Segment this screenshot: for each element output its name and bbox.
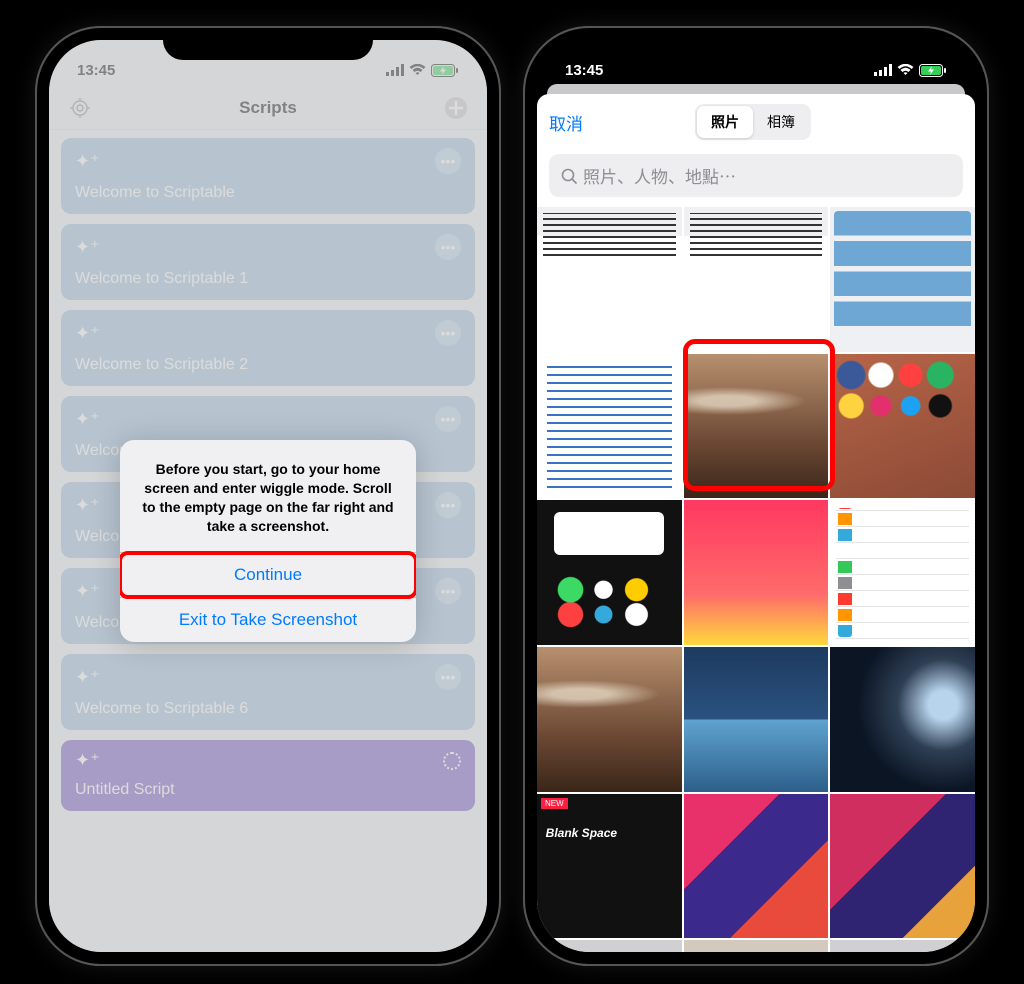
photo-thumbnail[interactable] (684, 940, 829, 952)
script-name: Welcome to Scriptable (75, 184, 461, 202)
exit-screenshot-button[interactable]: Exit to Take Screenshot (120, 597, 416, 642)
wand-icon: ✦⁺ (75, 667, 100, 688)
nav-header: Scripts (49, 86, 487, 130)
photo-thumbnail[interactable] (684, 647, 829, 792)
photo-grid[interactable] (537, 207, 975, 952)
photo-thumbnail[interactable] (830, 940, 975, 952)
status-indicators (386, 64, 459, 77)
alert-message: Before you start, go to your home screen… (120, 440, 416, 552)
add-button[interactable] (441, 93, 471, 123)
more-icon[interactable]: ••• (435, 406, 461, 432)
screen-left: 13:45 Scripts (49, 40, 487, 952)
wand-icon: ✦⁺ (75, 495, 100, 516)
continue-label: Continue (234, 565, 302, 585)
nav-title: Scripts (239, 98, 297, 118)
wand-icon: ✦⁺ (75, 409, 100, 430)
photo-thumbnail[interactable] (830, 647, 975, 792)
wand-icon: ✦⁺ (75, 151, 100, 172)
photo-thumbnail[interactable] (537, 940, 682, 952)
script-item[interactable]: ✦⁺ ••• Welcome to Scriptable 1 (61, 224, 475, 300)
script-item[interactable]: ✦⁺ ••• Welcome to Scriptable (61, 138, 475, 214)
wand-icon: ✦⁺ (75, 581, 100, 602)
wifi-icon (897, 64, 914, 76)
wand-icon: ✦⁺ (75, 750, 100, 771)
photo-thumbnail[interactable] (830, 207, 975, 352)
photo-thumbnail[interactable] (830, 354, 975, 499)
photo-thumbnail[interactable] (684, 500, 829, 645)
more-icon[interactable]: ••• (435, 578, 461, 604)
script-item-running[interactable]: ✦⁺ Untitled Script (61, 740, 475, 811)
script-name: Welcome to Scriptable 1 (75, 270, 461, 288)
wand-icon: ✦⁺ (75, 323, 100, 344)
more-icon[interactable]: ••• (435, 234, 461, 260)
script-name: Welcome to Scriptable 6 (75, 700, 461, 718)
photo-thumbnail[interactable] (830, 794, 975, 939)
status-indicators (874, 64, 947, 77)
script-name: Welcome to Scriptable 2 (75, 356, 461, 374)
photo-thumbnail[interactable] (537, 647, 682, 792)
photo-thumbnail[interactable] (684, 207, 829, 352)
cellular-icon (874, 64, 892, 76)
status-time: 13:45 (565, 62, 603, 79)
picker-nav: 取消 照片 相簿 (537, 94, 975, 146)
settings-gear-icon[interactable] (65, 93, 95, 123)
cancel-button[interactable]: 取消 (549, 110, 583, 135)
picker-segmented-control[interactable]: 照片 相簿 (695, 104, 811, 140)
photo-thumbnail[interactable] (537, 354, 682, 499)
exit-label: Exit to Take Screenshot (179, 610, 357, 630)
status-time: 13:45 (77, 62, 115, 79)
search-icon (561, 168, 577, 184)
spinner-icon (443, 752, 461, 770)
notch (163, 28, 373, 60)
battery-charging-icon (431, 64, 459, 77)
tab-photos[interactable]: 照片 (697, 106, 753, 138)
photo-thumbnail[interactable] (830, 500, 975, 645)
tab-albums[interactable]: 相簿 (753, 106, 809, 138)
wand-icon: ✦⁺ (75, 237, 100, 258)
more-icon[interactable]: ••• (435, 664, 461, 690)
script-name: Untitled Script (75, 781, 461, 799)
script-item[interactable]: ✦⁺ ••• Welcome to Scriptable 2 (61, 310, 475, 386)
continue-button[interactable]: Continue (120, 552, 416, 597)
cellular-icon (386, 64, 404, 76)
photo-picker-sheet: 取消 照片 相簿 照片、人物、地點⋯ (537, 94, 975, 952)
photo-thumbnail[interactable] (537, 207, 682, 352)
phone-frame-left: 13:45 Scripts (37, 28, 499, 964)
more-icon[interactable]: ••• (435, 492, 461, 518)
search-placeholder: 照片、人物、地點⋯ (583, 163, 736, 188)
notch (651, 28, 861, 60)
script-item[interactable]: ✦⁺ ••• Welcome to Scriptable 6 (61, 654, 475, 730)
photo-thumbnail-highlighted[interactable] (684, 354, 829, 499)
search-input[interactable]: 照片、人物、地點⋯ (549, 154, 963, 197)
wifi-icon (409, 64, 426, 76)
more-icon[interactable]: ••• (435, 320, 461, 346)
phone-frame-right: 13:45 取消 照片 相簿 (525, 28, 987, 964)
battery-charging-icon (919, 64, 947, 77)
photo-thumbnail[interactable] (537, 500, 682, 645)
more-icon[interactable]: ••• (435, 148, 461, 174)
screen-right: 13:45 取消 照片 相簿 (537, 40, 975, 952)
alert-dialog: Before you start, go to your home screen… (120, 440, 416, 642)
photo-thumbnail[interactable] (537, 794, 682, 939)
photo-thumbnail[interactable] (684, 794, 829, 939)
